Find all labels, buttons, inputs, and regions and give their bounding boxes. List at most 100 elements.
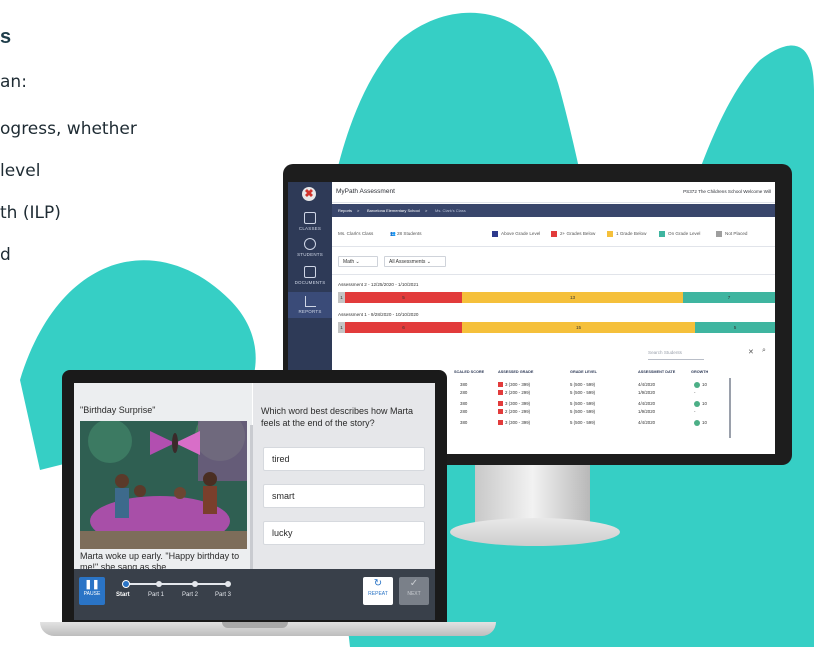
sidebar-item-documents[interactable]: DOCUMENTS: [288, 266, 332, 285]
cell-assessment-date: 1/9/2020: [638, 390, 655, 395]
col-scaled-score[interactable]: SCALED SCORE: [454, 370, 484, 374]
cell-scaled-score: 380: [460, 420, 467, 425]
cell-assessed-grade-text: 2 (200 - 299): [505, 390, 531, 395]
cell-grade-level-text: 5 (500 - 599): [570, 401, 596, 406]
cell-scaled-score-text: 380: [460, 401, 468, 406]
cell-assessment-date: 1/9/2020: [638, 409, 655, 414]
sidebar-item-classes[interactable]: CLASSES: [288, 212, 332, 231]
cell-scaled-score: 280: [460, 390, 467, 395]
sidebar-item-label: REPORTS: [298, 309, 322, 314]
cell-growth-text: 10: [702, 382, 707, 388]
breadcrumb-class: Ms. Clark's Class: [435, 208, 466, 213]
cell-growth-text: 10: [702, 401, 707, 407]
repeat-button[interactable]: ↻ REPEAT: [363, 577, 393, 605]
repeat-label: REPEAT: [368, 591, 388, 597]
section-heading: s: [0, 26, 12, 48]
legend-not-placed: Not Placed: [716, 231, 747, 237]
step-start-label: Start: [116, 592, 130, 598]
sidebar-item-label: CLASSES: [298, 226, 322, 231]
assessment-toolbar: ❚❚ PAUSE Start Part 1 Part 2 Part 3 ↻ RE…: [74, 569, 435, 620]
cell-growth: 10: [694, 401, 707, 407]
assessments-select[interactable]: All Assessments ⌄: [384, 256, 446, 267]
story-pane: "Birthday Surprise" Marta woke up early.…: [74, 383, 252, 572]
cell-scaled-score: 380: [460, 401, 467, 406]
cell-growth: 10: [694, 382, 707, 388]
assessment-2-segment-1-below: 13: [462, 292, 683, 303]
bullet-line-1: ogress, whether: [0, 119, 137, 139]
cell-assessment-date-text: 4/4/2020: [638, 382, 656, 387]
col-growth[interactable]: GROWTH: [691, 370, 708, 374]
next-button[interactable]: ✓ NEXT: [399, 577, 429, 605]
subject-select[interactable]: Math ⌄: [338, 256, 378, 267]
cell-assessed-grade: 2 (200 - 299): [498, 390, 531, 396]
legend-2-below: 2+ Grades Below: [551, 231, 595, 237]
cell-assessed-grade: 2 (200 - 299): [498, 409, 531, 415]
app-logo-icon[interactable]: ✖: [302, 187, 316, 201]
table-scrollbar[interactable]: [729, 378, 731, 438]
cell-assessment-date-text: 1/9/2020: [638, 390, 656, 395]
monitor-stand-base: [450, 518, 620, 546]
cell-growth: -: [694, 409, 695, 414]
assessment-2-label: Assessment 2 - 12/25/2020 - 1/10/2021: [338, 282, 419, 287]
assessment-2-segment-on-grade: 7: [683, 292, 775, 303]
search-students-input[interactable]: Search Students: [648, 347, 704, 360]
growth-up-icon: [694, 382, 700, 388]
students-icon: [304, 238, 316, 250]
cell-grade-level: 5 (500 - 599): [570, 409, 595, 414]
legend-1-below: 1 Grade Below: [607, 231, 646, 237]
breadcrumb-reports[interactable]: Reports: [338, 208, 352, 213]
cell-assessed-grade-text: 3 (300 - 399): [505, 420, 531, 425]
cell-grade-level: 5 (500 - 599): [570, 390, 595, 395]
pause-button[interactable]: ❚❚ PAUSE: [79, 577, 105, 605]
clear-search-icon[interactable]: ✕: [748, 348, 754, 356]
cell-assessed-grade: 3 (300 - 399): [498, 382, 530, 388]
cell-grade-level: 5 (500 - 599): [570, 382, 595, 387]
assessments-value: All Assessments: [389, 259, 426, 265]
cell-grade-level-text: 5 (500 - 599): [570, 382, 596, 387]
pause-label: PAUSE: [83, 591, 101, 597]
class-legend-row: Ms. Clark's Class 👥 28 Students Above Gr…: [332, 222, 775, 247]
col-grade-level[interactable]: GRADE LEVEL: [570, 370, 597, 374]
sidebar-item-reports[interactable]: REPORTS: [288, 292, 332, 318]
sidebar-item-students[interactable]: STUDENTS: [288, 238, 332, 257]
col-assessed-grade[interactable]: ASSESSED GRADE: [498, 370, 533, 374]
cell-assessed-grade: 3 (300 - 399): [498, 420, 531, 426]
school-welcome: PS372 The Childrens School Welcome Will: [683, 189, 771, 194]
step-part2-dot: [192, 581, 198, 587]
answer-option-smart[interactable]: smart: [263, 484, 425, 508]
cell-assessed-grade: 3 (300 - 399): [498, 401, 531, 407]
breadcrumb-school[interactable]: Barcelona Elementary School: [367, 208, 420, 213]
cell-assessed-grade-text: 2 (200 - 299): [505, 409, 531, 414]
cell-scaled-score: 280: [460, 409, 467, 414]
subject-value: Math: [343, 259, 355, 265]
answer-option-tired[interactable]: tired: [263, 447, 425, 471]
cell-assessment-date: 4/4/2020: [638, 382, 655, 387]
cell-assessed-grade-text: 3 (300 - 399): [505, 401, 531, 406]
bullet-line-3: th (ILP): [0, 203, 61, 223]
cell-grade-level-text: 5 (500 - 599): [570, 390, 596, 395]
col-assessment-date[interactable]: ASSESSMENT DATE: [638, 370, 675, 374]
story-illustration: [80, 421, 247, 549]
repeat-icon: ↻: [373, 578, 383, 589]
app-header: MyPath Assessment PS372 The Childrens Sc…: [332, 182, 775, 203]
step-part3-dot: [225, 581, 231, 587]
grade-color-swatch: [498, 390, 503, 396]
cell-scaled-score-text: 280: [460, 390, 468, 395]
growth-up-icon: [694, 401, 700, 407]
assessment-1-segment-on-grade: 5: [695, 322, 775, 333]
chevron-down-icon: ⌄: [355, 259, 360, 265]
class-select[interactable]: Ms. Clark's Class: [338, 231, 373, 236]
step-part2-label: Part 2: [182, 592, 199, 598]
laptop-screen: "Birthday Surprise" Marta woke up early.…: [74, 383, 435, 620]
step-part3-label: Part 3: [215, 592, 232, 598]
intro-text: an:: [0, 72, 27, 92]
search-icon[interactable]: ⌕: [762, 347, 766, 355]
cell-growth-text: -: [694, 390, 696, 395]
reports-icon: [304, 296, 316, 307]
cell-growth: -: [694, 390, 695, 395]
story-title: "Birthday Surprise": [80, 405, 156, 415]
answer-option-lucky[interactable]: lucky: [263, 521, 425, 545]
assessment-2-segment-2-below: 5: [345, 292, 462, 303]
grade-color-swatch: [498, 382, 503, 388]
progress-track: [124, 583, 228, 585]
